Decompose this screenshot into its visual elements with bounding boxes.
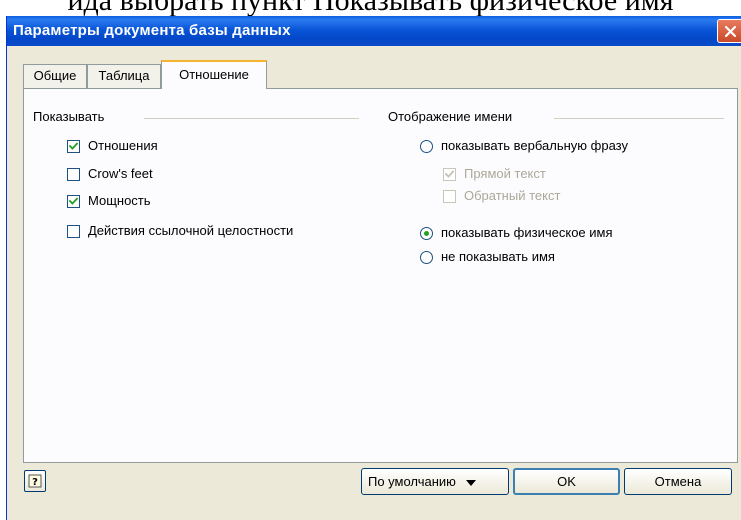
- radio-button[interactable]: [420, 139, 433, 153]
- close-icon: [724, 25, 736, 37]
- name-display-group-label: Отображение имени: [388, 109, 513, 124]
- checkbox-box[interactable]: [67, 139, 80, 153]
- default-button[interactable]: По умолчанию: [361, 468, 509, 495]
- checkbox-label: Действия ссылочной целостности: [88, 223, 294, 238]
- show-group-divider: [144, 118, 359, 119]
- checkbox-box[interactable]: [67, 194, 80, 208]
- help-button[interactable]: ?: [24, 470, 46, 492]
- ok-button[interactable]: OK: [513, 468, 620, 495]
- name-display-group-divider: [554, 118, 724, 119]
- checkbox-box[interactable]: [443, 167, 456, 181]
- tab-general[interactable]: Общие: [23, 64, 87, 88]
- radio-physical-name[interactable]: показывать физическое имя: [420, 225, 613, 241]
- checkbox-crows-feet[interactable]: Crow's feet: [67, 166, 153, 182]
- checkbox-box[interactable]: [67, 224, 80, 238]
- window-title: Параметры документа базы данных: [13, 22, 291, 39]
- checkbox-label: Прямой текст: [464, 166, 546, 181]
- title-bar[interactable]: Параметры документа базы данных: [7, 16, 741, 46]
- dropdown-arrow-icon: [465, 479, 476, 486]
- checkbox-label: Обратный текст: [464, 188, 561, 203]
- radio-button[interactable]: [420, 250, 433, 264]
- show-group-label: Показывать: [33, 109, 105, 124]
- checkbox-box[interactable]: [443, 189, 456, 203]
- checkmark-icon: [445, 169, 454, 178]
- close-button[interactable]: [717, 19, 741, 43]
- checkbox-referential-actions[interactable]: Действия ссылочной целостности: [67, 223, 293, 239]
- radio-label: не показывать имя: [441, 249, 555, 264]
- checkbox-direct-text[interactable]: Прямой текст: [443, 166, 546, 182]
- cancel-button[interactable]: Отмена: [624, 468, 732, 495]
- checkbox-label: Мощность: [88, 193, 151, 208]
- svg-text:?: ?: [32, 477, 38, 488]
- checkbox-reverse-text[interactable]: Обратный текст: [443, 188, 560, 204]
- tab-relationship[interactable]: Отношение: [161, 60, 267, 89]
- dialog-window: Параметры документа базы данных Общие Та…: [6, 16, 741, 520]
- checkbox-label: Crow's feet: [88, 166, 153, 181]
- checkbox-box[interactable]: [67, 167, 80, 181]
- radio-label: показывать физическое имя: [441, 225, 613, 240]
- checkbox-label: Отношения: [88, 138, 158, 153]
- radio-label: показывать вербальную фразу: [441, 138, 628, 153]
- checkbox-cardinality[interactable]: Мощность: [67, 193, 151, 209]
- tab-table[interactable]: Таблица: [87, 64, 161, 88]
- help-icon: ?: [28, 474, 42, 488]
- checkbox-relationships[interactable]: Отношения: [67, 138, 158, 154]
- radio-selected-dot: [424, 230, 429, 236]
- radio-button[interactable]: [420, 226, 433, 240]
- tab-panel-relationship: Показывать Отношения Crow's feet Мощност…: [23, 88, 738, 463]
- checkmark-icon: [69, 141, 78, 150]
- radio-verbal-phrase[interactable]: показывать вербальную фразу: [420, 138, 628, 154]
- checkmark-icon: [69, 196, 78, 205]
- radio-hide-name[interactable]: не показывать имя: [420, 249, 555, 265]
